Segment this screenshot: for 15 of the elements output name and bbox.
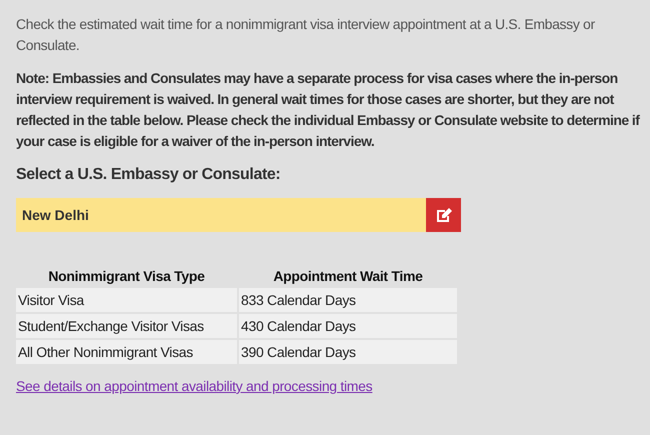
note-paragraph: Note: Embassies and Consulates may have a separate process for visa cases where the in-person interview requirement is waived. In general wait times for those cases are shorter, but they are not reflected in the table below. Please check the individual Embassy or Consulate website to determine if your case is eligible for a waiver of the in-person interview. xyxy=(16,69,641,151)
edit-button[interactable] xyxy=(426,198,461,232)
select-label: Select a U.S. Embassy or Consulate: xyxy=(16,166,282,184)
table-cell: 390 Calendar Days xyxy=(239,340,457,364)
table-cell: Visitor Visa xyxy=(16,288,237,312)
table-cell: 833 Calendar Days xyxy=(239,288,457,312)
table-cell: 430 Calendar Days xyxy=(239,314,457,338)
table-cell: Student/Exchange Visitor Visas xyxy=(16,314,237,338)
column-header: Appointment Wait Time xyxy=(272,267,424,286)
selected-post-field[interactable]: New Delhi xyxy=(16,198,426,232)
edit-icon xyxy=(434,207,452,223)
column-header: Nonimmigrant Visa Type xyxy=(47,267,206,286)
table-cell: All Other Nonimmigrant Visas xyxy=(16,340,237,364)
details-link[interactable]: See details on appointment availability and processing times xyxy=(16,378,372,394)
intro-paragraph: Check the estimated wait time for a nonimmigrant visa interview appointment at a U.S. Embassy or Consulate. xyxy=(16,15,596,55)
